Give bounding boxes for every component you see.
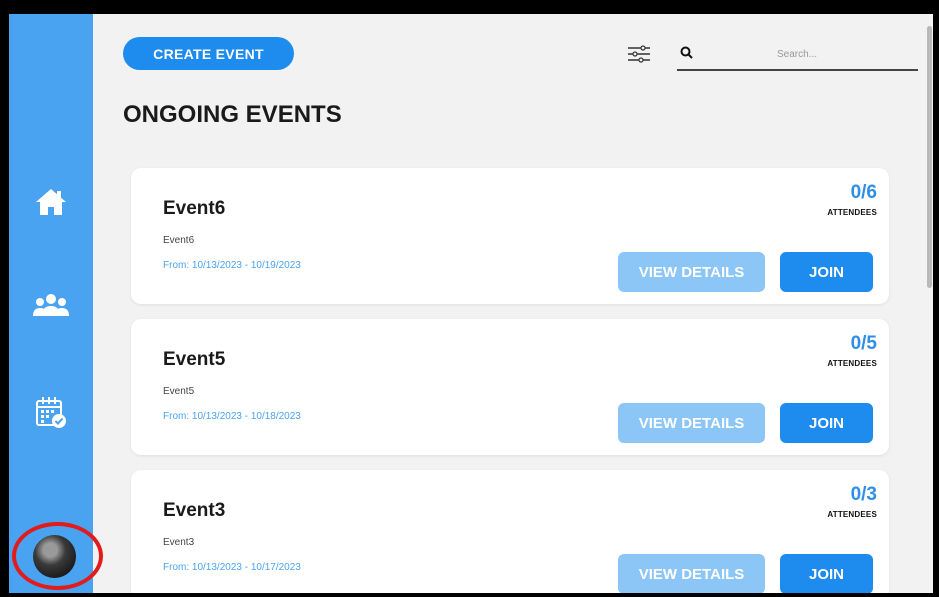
event-dates: From: 10/13/2023 - 10/19/2023 [163,260,301,271]
event-description: Event3 [163,537,195,548]
event-title: Event3 [163,500,226,521]
home-icon[interactable] [33,184,69,220]
event-dates: From: 10/13/2023 - 10/17/2023 [163,562,301,573]
join-button[interactable]: JOIN [780,554,873,593]
attendees-label: ATTENDEES [827,510,877,519]
event-dates: From: 10/13/2023 - 10/18/2023 [163,411,301,422]
view-details-button[interactable]: VIEW DETAILS [618,554,765,593]
attendee-count: 0/6 [850,182,877,203]
event-card: Event6 Event6 From: 10/13/2023 - 10/19/2… [131,168,889,304]
attendees-label: ATTENDEES [827,359,877,368]
filter-icon[interactable] [627,44,651,64]
event-title: Event5 [163,349,226,370]
view-details-button[interactable]: VIEW DETAILS [618,252,765,292]
event-description: Event6 [163,235,195,246]
join-button[interactable]: JOIN [780,252,873,292]
user-avatar[interactable] [33,535,76,578]
calendar-check-icon[interactable] [33,394,69,430]
event-card: Event5 Event5 From: 10/13/2023 - 10/18/2… [131,319,889,455]
join-button[interactable]: JOIN [780,403,873,443]
scrollbar-thumb[interactable] [927,26,932,288]
event-card: Event3 Event3 From: 10/13/2023 - 10/17/2… [131,470,889,593]
attendee-count: 0/5 [850,333,877,354]
app-window: CREATE EVENT ONGOING EVENTS Event6 Event… [9,14,933,593]
create-event-button[interactable]: CREATE EVENT [123,37,294,70]
event-title: Event6 [163,198,226,219]
page-title: ONGOING EVENTS [123,101,342,128]
view-details-button[interactable]: VIEW DETAILS [618,403,765,443]
search-box [677,42,918,71]
attendee-count: 0/3 [850,484,877,505]
scrollbar[interactable] [926,14,933,593]
attendees-label: ATTENDEES [827,208,877,217]
search-icon[interactable] [679,45,695,61]
event-description: Event5 [163,386,195,397]
users-icon[interactable] [33,287,69,323]
search-input[interactable] [777,45,907,63]
sidebar [9,14,93,593]
